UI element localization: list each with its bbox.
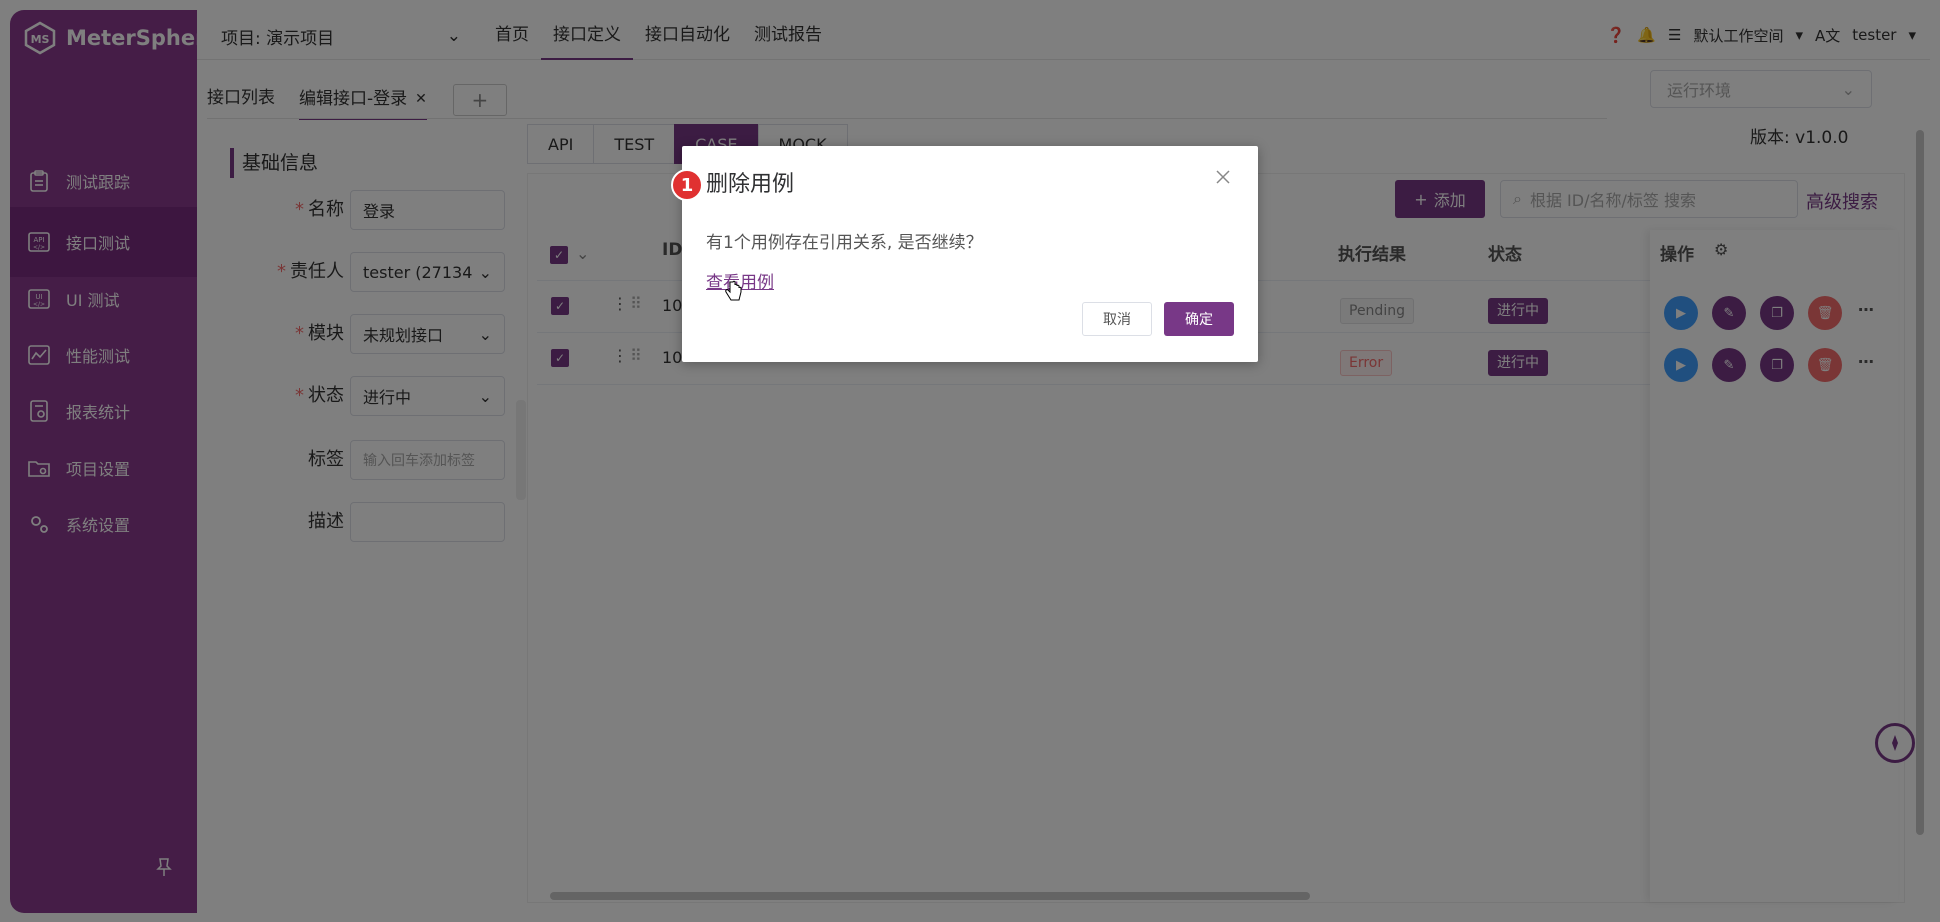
hand-cursor-icon xyxy=(724,280,742,304)
close-icon[interactable] xyxy=(1214,168,1234,188)
dialog-title: 删除用例 xyxy=(706,172,795,197)
cancel-button[interactable]: 取消 xyxy=(1082,302,1152,336)
delete-case-dialog: 删除用例 有1个用例存在引用关系, 是否继续？ 查看用例 取消 确定 xyxy=(682,146,1258,362)
step-badge: 1 xyxy=(671,169,703,201)
confirm-button[interactable]: 确定 xyxy=(1164,302,1234,336)
dialog-message: 有1个用例存在引用关系, 是否继续？ xyxy=(706,233,983,253)
modal-overlay[interactable] xyxy=(0,0,1940,922)
